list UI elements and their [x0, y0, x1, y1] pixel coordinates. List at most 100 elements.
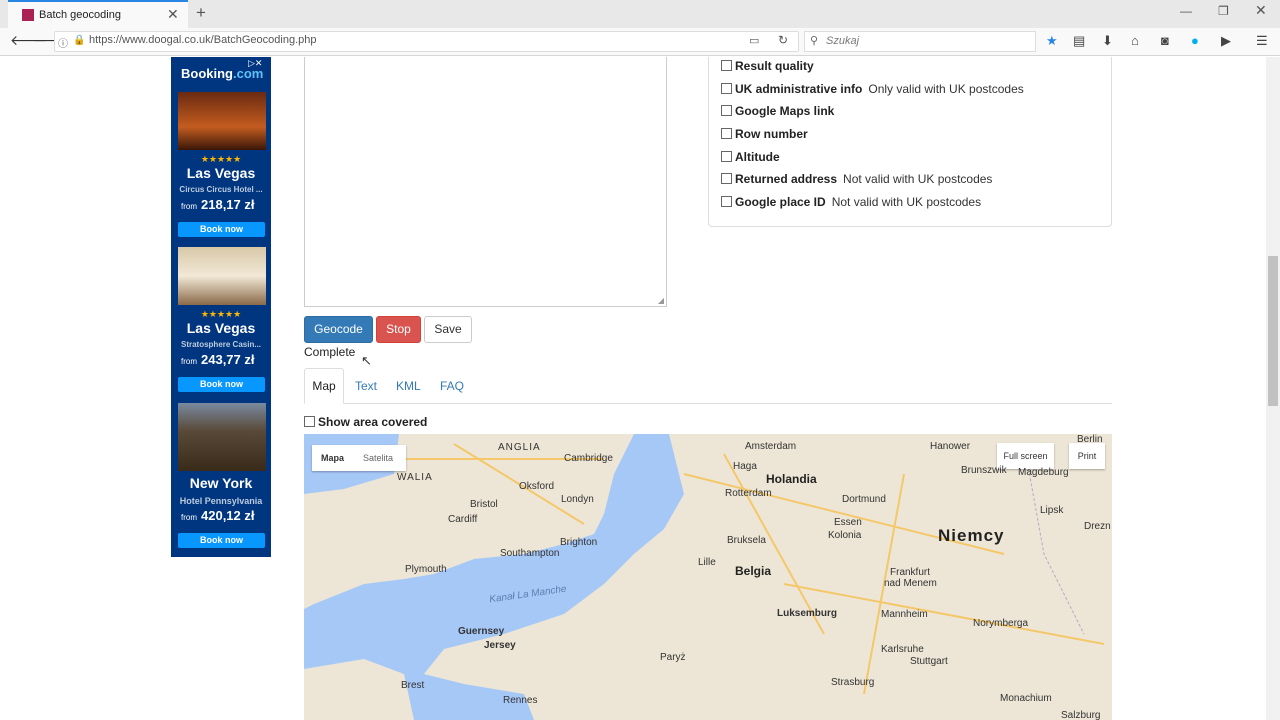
option-google-maps-link[interactable]: Google Maps link: [721, 104, 834, 118]
option-note: Not valid with UK postcodes: [831, 195, 982, 209]
close-tab-icon[interactable]: ✕: [167, 6, 179, 23]
ad-close-icon[interactable]: ▷✕: [248, 58, 262, 69]
close-window-icon[interactable]: ✕: [1255, 2, 1267, 19]
reader-view-icon[interactable]: ▭: [749, 34, 759, 47]
favicon-icon: [22, 9, 34, 21]
ad-stars: ★★★★★: [200, 154, 242, 164]
booking-ad[interactable]: Booking.com ▷✕ ★★★★★ Las Vegas Circus Ci…: [171, 57, 271, 557]
map-label: Londyn: [561, 494, 594, 505]
tab-strip: [0, 0, 1280, 28]
option-result-quality[interactable]: Result quality: [721, 59, 814, 73]
new-tab-icon[interactable]: +: [196, 3, 206, 23]
tab-title: Batch geocoding: [39, 9, 121, 21]
map-label: Oksford: [519, 481, 555, 492]
map-label: Mannheim: [881, 609, 928, 620]
map-label: Holandia: [766, 472, 817, 486]
option-note: Not valid with UK postcodes: [843, 172, 993, 186]
skype-icon[interactable]: ●: [1191, 33, 1199, 48]
map-label: Bristol: [470, 499, 498, 510]
checkbox[interactable]: [304, 416, 315, 427]
map-label: nad Menem: [884, 578, 937, 589]
checkbox[interactable]: [721, 60, 732, 71]
map-label: Norymberga: [973, 618, 1029, 629]
ad-price: from 420,12 zł: [181, 508, 255, 523]
map-label: Cambridge: [564, 453, 613, 464]
download-icon[interactable]: ⬇: [1102, 33, 1113, 49]
map-label: Kolonia: [828, 530, 862, 541]
stop-button[interactable]: Stop: [376, 316, 421, 343]
option-row-number[interactable]: Row number: [721, 127, 808, 141]
checkbox[interactable]: [721, 196, 732, 207]
save-button[interactable]: Save: [424, 316, 472, 343]
ad-book-button[interactable]: Book now: [178, 222, 265, 237]
ad-hotel-image: [178, 403, 266, 471]
show-area-checkbox[interactable]: Show area covered: [304, 415, 427, 429]
info-icon[interactable]: ⓘ: [58, 35, 68, 50]
map-label: Magdeburg: [1018, 467, 1069, 478]
map-label: Amsterdam: [745, 441, 797, 452]
ad-city: New York: [189, 475, 253, 491]
option-returned-address[interactable]: Returned address Not valid with UK postco…: [721, 172, 992, 186]
map-type-mapa[interactable]: Mapa: [321, 445, 344, 471]
resize-handle-icon[interactable]: ◢: [658, 296, 664, 305]
tab-text[interactable]: Text: [355, 379, 377, 393]
map-label: Southampton: [500, 548, 560, 559]
checkbox[interactable]: [721, 105, 732, 116]
library-icon[interactable]: ▤: [1073, 33, 1085, 49]
restore-icon[interactable]: ❐: [1218, 4, 1229, 18]
ad-price: from 243,77 zł: [181, 352, 255, 367]
map-label: Jersey: [484, 640, 516, 651]
ad-hotel-image: [178, 92, 266, 150]
map-label: ANGLIA: [498, 442, 541, 453]
menu-icon[interactable]: ☰: [1256, 33, 1268, 49]
ad-stars: ★★★★★: [200, 309, 242, 319]
bookmark-star-icon[interactable]: ★: [1046, 33, 1058, 49]
map-label: Brest: [401, 680, 425, 691]
map-label: Rennes: [503, 695, 538, 706]
option-altitude[interactable]: Altitude: [721, 150, 780, 164]
map-label: Cardiff: [448, 514, 478, 525]
map-type-satelita[interactable]: Satelita: [363, 445, 393, 471]
ad-hotel: Hotel Pennsylvania: [179, 496, 263, 506]
ad-price: from 218,17 zł: [181, 197, 255, 212]
map-label: Berlin: [1077, 434, 1103, 445]
map-label: Salzburg: [1061, 710, 1101, 720]
youtube-icon[interactable]: ▶: [1221, 33, 1231, 49]
option-uk-admin-info[interactable]: UK administrative info Only valid with UK…: [721, 82, 1024, 96]
map-label: Paryż: [660, 652, 686, 663]
ad-city: Las Vegas: [186, 165, 256, 181]
option-note: Only valid with UK postcodes: [868, 82, 1024, 96]
tab-faq[interactable]: FAQ: [440, 379, 464, 393]
tabs-divider: [304, 403, 1112, 404]
search-bar[interactable]: ⚲ Szukaj: [804, 31, 1036, 52]
home-icon[interactable]: ⌂: [1131, 33, 1139, 48]
status-text: Complete: [304, 345, 356, 359]
tab-map[interactable]: Map: [304, 368, 344, 404]
ad-book-button[interactable]: Book now: [178, 533, 265, 548]
reload-icon[interactable]: ↻: [778, 33, 788, 47]
map-label: Brunszwik: [961, 465, 1007, 476]
minimize-icon[interactable]: —: [1180, 4, 1192, 18]
pocket-icon[interactable]: ◙: [1161, 33, 1169, 48]
map-label: Hanower: [930, 441, 971, 452]
map-label: Frankfurt: [890, 567, 931, 578]
map-label: Plymouth: [405, 564, 447, 575]
checkbox[interactable]: [721, 83, 732, 94]
scrollbar-thumb[interactable]: [1268, 256, 1278, 406]
checkbox[interactable]: [721, 128, 732, 139]
checkbox[interactable]: [721, 173, 732, 184]
checkbox[interactable]: [721, 151, 732, 162]
map-label: Karlsruhe: [881, 644, 924, 655]
print-button[interactable]: Print: [1069, 443, 1105, 469]
browser-tab[interactable]: Batch geocoding ✕: [8, 0, 188, 28]
map-label: Rotterdam: [725, 488, 772, 499]
url-text: https://www.doogal.co.uk/BatchGeocoding.…: [89, 34, 317, 46]
ad-book-button[interactable]: Book now: [178, 377, 265, 392]
search-icon: ⚲: [810, 35, 819, 47]
map-view[interactable]: Mapa Satelita Full screen Print ANGLIA W…: [304, 434, 1112, 720]
addresses-textarea[interactable]: ◢: [304, 57, 667, 307]
tab-kml[interactable]: KML: [396, 379, 421, 393]
option-google-place-id[interactable]: Google place ID Not valid with UK postcod…: [721, 195, 981, 209]
map-label: Monachium: [1000, 693, 1052, 704]
geocode-button[interactable]: Geocode: [304, 316, 373, 343]
